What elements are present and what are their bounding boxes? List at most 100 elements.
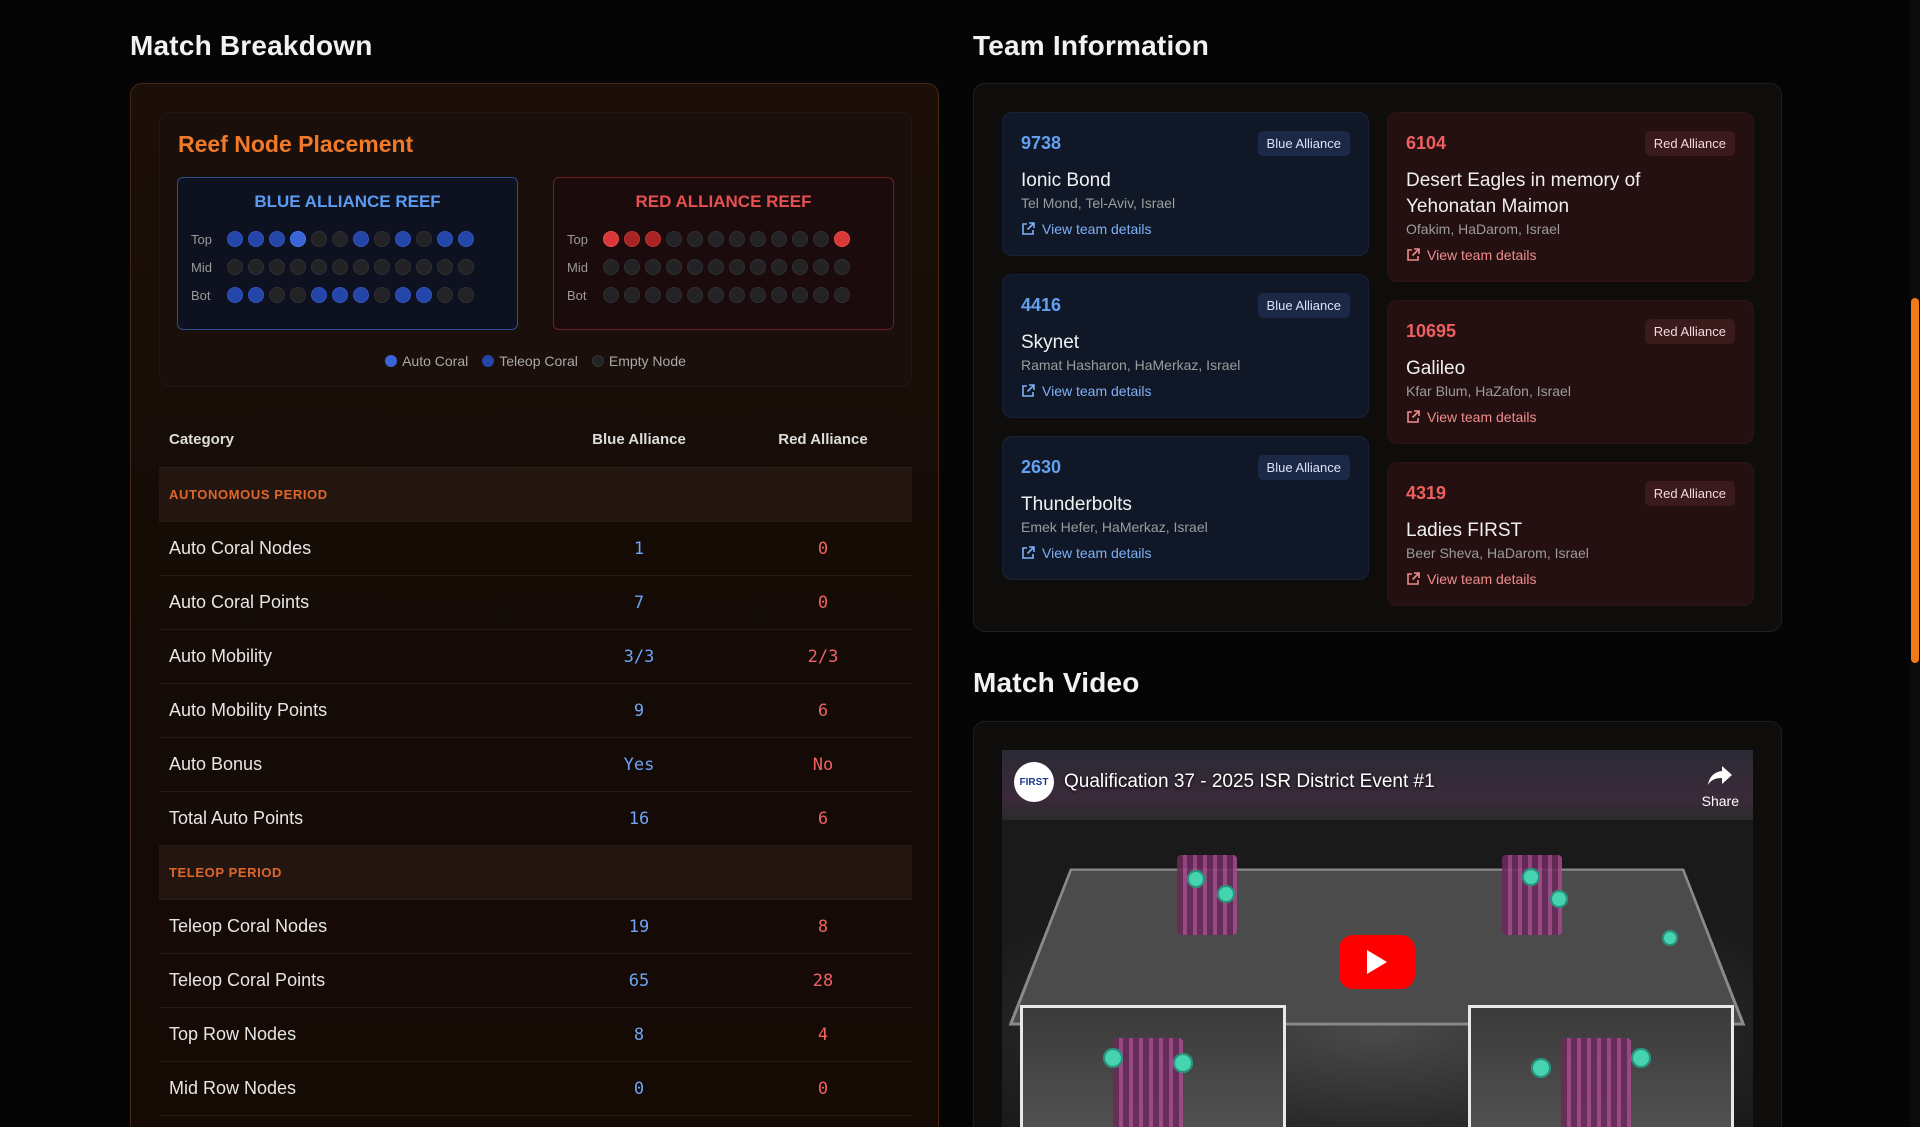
team-location: Kfar Blum, HaZafon, Israel <box>1406 383 1571 399</box>
view-team-details-link[interactable]: View team details <box>1021 221 1151 237</box>
alliance-badge: Red Alliance <box>1644 481 1735 506</box>
table-row: Mid Row Nodes 0 0 <box>159 1062 912 1116</box>
team-information-title: Team Information <box>973 30 1210 61</box>
empty-node <box>353 259 369 275</box>
team-number[interactable]: 9738 <box>1021 133 1061 154</box>
row-blue-value: 9 <box>633 700 645 721</box>
first-logo-icon: FIRST <box>1014 762 1054 802</box>
empty-node <box>458 287 474 303</box>
row-blue-value: 3/3 <box>623 646 655 667</box>
empty-node <box>416 231 432 247</box>
inset-camera-right <box>1468 1005 1734 1127</box>
page-scrollbar[interactable] <box>1910 0 1920 1127</box>
empty-node <box>813 231 829 247</box>
team-number[interactable]: 2630 <box>1021 457 1061 478</box>
team-number[interactable]: 4319 <box>1406 483 1446 504</box>
red-reef-row-top: Top <box>567 230 850 248</box>
table-row: Auto Mobility Points 9 6 <box>159 684 912 738</box>
red-reef-heading: RED ALLIANCE REEF <box>635 192 812 211</box>
team-name: Ladies FIRST <box>1406 520 1523 541</box>
row-label: Top <box>567 231 588 247</box>
empty-node <box>750 287 766 303</box>
row-red-value: 28 <box>812 970 834 991</box>
row-red-value: 0 <box>817 538 829 559</box>
red-reef-row-mid: Mid <box>567 258 850 276</box>
table-row: Top Row Nodes 8 4 <box>159 1008 912 1062</box>
algae-ball <box>1662 930 1678 946</box>
row-blue-value: 65 <box>628 970 650 991</box>
row-category: Auto Mobility Points <box>169 700 328 720</box>
view-team-details-link[interactable]: View team details <box>1406 409 1536 425</box>
table-row: Auto Mobility 3/3 2/3 <box>159 630 912 684</box>
row-red-value: 0 <box>817 592 829 613</box>
empty-node <box>416 259 432 275</box>
video-title[interactable]: Qualification 37 - 2025 ISR District Eve… <box>1064 771 1435 793</box>
period-header: AUTONOMOUS PERIOD <box>159 468 912 522</box>
empty-node <box>458 259 474 275</box>
algae-ball <box>1522 868 1540 886</box>
algae-ball <box>1550 890 1568 908</box>
legend-dot <box>591 355 604 367</box>
scrollbar-thumb[interactable] <box>1911 298 1919 663</box>
teleop-coral-node <box>332 287 348 303</box>
play-button[interactable] <box>1339 935 1415 989</box>
row-blue-value: 0 <box>633 1078 645 1099</box>
empty-node <box>792 287 808 303</box>
team-card-2630: 2630 Blue Alliance Thunderbolts Emek Hefer,… <box>1002 436 1369 580</box>
empty-node <box>374 231 390 247</box>
row-category: Auto Mobility <box>169 646 273 666</box>
empty-node <box>792 231 808 247</box>
team-name: Thunderbolts <box>1021 494 1132 515</box>
external-link-icon <box>1406 572 1420 586</box>
row-category: Auto Coral Nodes <box>169 538 312 558</box>
blue-alliance-reef: BLUE ALLIANCE REEF Top Mid Bot <box>177 177 518 330</box>
auto-coral-node <box>834 231 850 247</box>
row-label: Bot <box>567 287 587 303</box>
team-number[interactable]: 4416 <box>1021 295 1061 316</box>
team-number[interactable]: 6104 <box>1406 133 1446 154</box>
external-link-icon <box>1021 384 1035 398</box>
team-number[interactable]: 10695 <box>1406 321 1456 342</box>
row-blue-value: 8 <box>633 1024 645 1045</box>
link-label: View team details <box>1042 545 1152 561</box>
auto-coral-node <box>290 231 306 247</box>
empty-node <box>666 259 682 275</box>
empty-node <box>624 287 640 303</box>
empty-node <box>624 259 640 275</box>
team-location: Tel Mond, Tel-Aviv, Israel <box>1021 195 1176 211</box>
red-alliance-reef: RED ALLIANCE REEF Top Mid Bot <box>553 177 894 330</box>
video-player[interactable]: FIRST Qualification 37 - 2025 ISR Distri… <box>1002 750 1753 1127</box>
empty-node <box>311 259 327 275</box>
empty-node <box>771 231 787 247</box>
empty-node <box>834 259 850 275</box>
red-reef-row-bot: Bot <box>567 286 850 304</box>
empty-node <box>771 287 787 303</box>
view-team-details-link[interactable]: View team details <box>1406 247 1536 263</box>
share-button[interactable]: Share <box>1702 764 1739 809</box>
view-team-details-link[interactable]: View team details <box>1021 383 1151 399</box>
empty-node <box>437 287 453 303</box>
reef-structure <box>1113 1038 1183 1127</box>
legend-label: Auto Coral <box>402 353 469 369</box>
algae-ball <box>1217 885 1235 903</box>
empty-node <box>603 259 619 275</box>
teleop-coral-node <box>353 287 369 303</box>
view-team-details-link[interactable]: View team details <box>1406 571 1536 587</box>
period-header: TELEOP PERIOD <box>159 846 912 900</box>
row-red-value: 4 <box>817 1024 829 1045</box>
empty-node <box>834 287 850 303</box>
empty-node <box>290 287 306 303</box>
table-header: Category Blue Alliance Red Alliance <box>159 412 912 468</box>
row-category: Auto Coral Points <box>169 592 310 612</box>
empty-node <box>603 287 619 303</box>
legend-auto-coral: Auto Coral <box>385 353 468 369</box>
row-red-value: 2/3 <box>807 646 839 667</box>
teleop-coral-node <box>353 231 369 247</box>
teleop-coral-node <box>437 231 453 247</box>
teleop-coral-node <box>624 231 640 247</box>
view-team-details-link[interactable]: View team details <box>1021 545 1151 561</box>
table-row: Teleop Coral Points 65 28 <box>159 954 912 1008</box>
empty-node <box>813 259 829 275</box>
legend-empty-node: Empty Node <box>591 353 686 369</box>
alliance-badge: Red Alliance <box>1644 131 1735 156</box>
